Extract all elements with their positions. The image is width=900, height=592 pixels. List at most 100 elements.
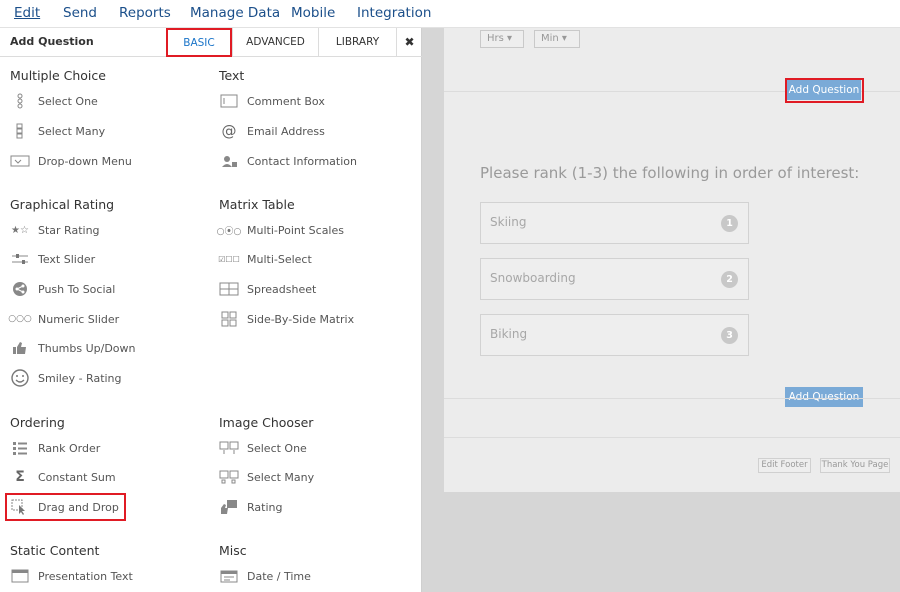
item-label: Email Address [247, 124, 325, 138]
checkbox-list-icon [10, 123, 30, 139]
thumbs-up-icon [10, 340, 30, 356]
item-label: Push To Social [38, 282, 116, 296]
rank-number-badge: 1 [721, 215, 738, 232]
share-icon [10, 281, 30, 297]
item-image-rating[interactable]: Rating [219, 498, 282, 516]
item-label: Rating [247, 500, 283, 514]
item-label: Presentation Text [38, 569, 133, 583]
calendar-icon [219, 568, 239, 584]
tab-library[interactable]: LIBRARY [318, 28, 396, 57]
dropdown-icon [10, 153, 30, 169]
item-constant-sum[interactable]: Σ Constant Sum [10, 468, 116, 486]
minutes-select[interactable]: Min ▾ [534, 30, 580, 48]
item-label: Select One [38, 94, 98, 108]
multi-point-icon: ○⦿○ [216, 226, 242, 237]
item-multi-point-scales[interactable]: ○⦿○ Multi-Point Scales [216, 221, 344, 239]
item-label: Spreadsheet [247, 282, 317, 296]
category-matrix-table: Matrix Table [219, 197, 295, 212]
category-ordering: Ordering [10, 415, 65, 430]
slider-icon [10, 251, 30, 267]
nav-mobile[interactable]: Mobile [291, 5, 335, 21]
item-label: Numeric Slider [38, 312, 120, 326]
item-label: Constant Sum [38, 470, 116, 484]
comment-box-icon [219, 93, 239, 109]
category-misc: Misc [219, 543, 247, 558]
drag-and-drop-highlight [5, 493, 126, 521]
item-rank-order[interactable]: Rank Order [10, 439, 100, 457]
item-label: Select Many [247, 470, 315, 484]
rank-item-label: Biking [490, 327, 528, 341]
survey-canvas: Hrs ▾ Min ▾ Add Question Please rank (1-… [444, 28, 900, 492]
item-numeric-slider[interactable]: ○○○ Numeric Slider [8, 310, 120, 328]
item-smiley-rating[interactable]: Smiley - Rating [10, 369, 122, 387]
tab-basic[interactable]: BASIC [166, 28, 232, 57]
item-image-select-many[interactable]: Select Many [219, 468, 314, 486]
image-multi-select-icon [219, 469, 239, 485]
item-label: Multi-Point Scales [247, 223, 344, 237]
item-text-slider[interactable]: Text Slider [10, 250, 95, 268]
image-select-icon [219, 440, 239, 456]
presentation-icon [10, 568, 30, 584]
item-date-time[interactable]: Date / Time [219, 567, 311, 585]
item-label: Text Slider [38, 252, 96, 266]
category-multiple-choice: Multiple Choice [10, 68, 106, 83]
tab-advanced[interactable]: ADVANCED [232, 28, 318, 57]
close-panel-button[interactable]: ✖ [396, 28, 422, 57]
thank-you-page-button[interactable]: Thank You Page [820, 458, 890, 473]
item-star-rating[interactable]: ★☆ Star Rating [10, 221, 100, 239]
item-image-select-one[interactable]: Select One [219, 439, 307, 457]
rank-number-badge: 2 [721, 271, 738, 288]
nav-edit[interactable]: Edit [14, 5, 40, 21]
category-static-content: Static Content [10, 543, 100, 558]
at-sign-icon: @ [221, 122, 237, 140]
nav-manage-data[interactable]: Manage Data [190, 5, 280, 21]
item-label: Select One [247, 441, 307, 455]
category-image-chooser: Image Chooser [219, 415, 314, 430]
item-label: Multi-Select [247, 252, 312, 266]
category-text: Text [219, 68, 245, 83]
item-label: Comment Box [247, 94, 325, 108]
item-comment-box[interactable]: Comment Box [219, 92, 325, 110]
item-label: Smiley - Rating [38, 371, 122, 385]
ordered-list-icon [10, 440, 30, 456]
item-dropdown-menu[interactable]: Drop-down Menu [10, 152, 132, 170]
edit-footer-button[interactable]: Edit Footer [758, 458, 811, 473]
item-push-to-social[interactable]: Push To Social [10, 280, 115, 298]
rank-item[interactable]: Biking 3 [480, 314, 749, 356]
rank-number-badge: 3 [721, 327, 738, 344]
item-contact-information[interactable]: Contact Information [219, 152, 357, 170]
top-nav: Edit Send Reports Manage Data Mobile Int… [0, 0, 900, 28]
nav-send[interactable]: Send [63, 5, 97, 21]
rank-item[interactable]: Skiing 1 [480, 202, 749, 244]
rank-item-label: Skiing [490, 215, 527, 229]
spreadsheet-icon [219, 281, 239, 297]
item-label: Side-By-Side Matrix [247, 312, 355, 326]
star-icon: ★☆ [11, 224, 29, 236]
hours-select[interactable]: Hrs ▾ [480, 30, 524, 48]
item-label: Drop-down Menu [38, 154, 132, 168]
item-email-address[interactable]: @ Email Address [219, 122, 325, 140]
question-text: Please rank (1-3) the following in order… [480, 164, 860, 182]
numeric-slider-icon: ○○○ [8, 314, 32, 324]
multi-select-icon: ☑☐☐ [218, 254, 240, 264]
image-rating-icon [219, 499, 239, 515]
item-select-many[interactable]: Select Many [10, 122, 105, 140]
contact-card-icon [219, 153, 239, 169]
item-label: Date / Time [247, 569, 311, 583]
panel-header: Add Question BASIC ADVANCED LIBRARY ✖ [0, 28, 422, 57]
add-question-button-bottom[interactable]: Add Question [785, 387, 863, 407]
item-label: Star Rating [38, 223, 100, 237]
footer-divider [444, 437, 900, 438]
item-multi-select[interactable]: ☑☐☐ Multi-Select [218, 250, 312, 268]
item-thumbs-up-down[interactable]: Thumbs Up/Down [10, 339, 136, 357]
item-label: Thumbs Up/Down [38, 341, 136, 355]
item-spreadsheet[interactable]: Spreadsheet [219, 280, 316, 298]
item-label: Contact Information [247, 154, 357, 168]
item-select-one[interactable]: Select One [10, 92, 98, 110]
rank-item-label: Snowboarding [490, 271, 576, 285]
nav-integration[interactable]: Integration [357, 5, 431, 21]
item-presentation-text[interactable]: Presentation Text [10, 567, 133, 585]
nav-reports[interactable]: Reports [119, 5, 171, 21]
rank-item[interactable]: Snowboarding 2 [480, 258, 749, 300]
item-side-by-side-matrix[interactable]: Side-By-Side Matrix [219, 310, 354, 328]
